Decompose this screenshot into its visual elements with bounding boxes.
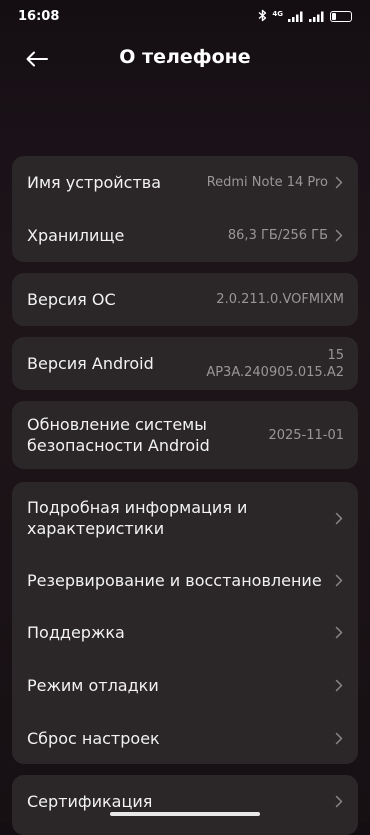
factory-reset-label: Сброс настроек (27, 728, 160, 748)
os-version-value: 2.0.211.0.VOFMIXM (216, 292, 344, 307)
os-version-row[interactable]: Версия ОС 2.0.211.0.VOFMIXM (12, 273, 358, 326)
certification-label: Сертификация (27, 791, 153, 811)
storage-row[interactable]: Хранилище 86,3 ГБ/256 ГБ (12, 209, 358, 262)
device-name-label: Имя устройства (27, 173, 162, 192)
debug-mode-row[interactable]: Режим отладки (12, 659, 358, 712)
security-update-label-line2: безопасности Android (27, 436, 210, 455)
android-build-number: AP3A.240905.015.A2 (206, 364, 344, 380)
chevron-right-icon (334, 679, 344, 693)
storage-value: 86,3 ГБ/256 ГБ (227, 228, 328, 243)
factory-reset-row[interactable]: Сброс настроек (12, 712, 358, 764)
os-version-label: Версия ОС (27, 290, 116, 309)
chevron-right-icon (334, 229, 344, 243)
os-version-card: Версия ОС 2.0.211.0.VOFMIXM (12, 273, 358, 326)
android-version-row[interactable]: Версия Android 15 AP3A.240905.015.A2 (12, 337, 358, 390)
chevron-right-icon (334, 626, 344, 640)
backup-label: Резервирование и восстановление (27, 570, 322, 590)
device-card: Имя устройства Redmi Note 14 Pro Хранили… (12, 156, 358, 262)
security-update-row[interactable]: Обновление системы безопасности Android … (12, 401, 358, 469)
header: О телефоне (0, 36, 370, 80)
details-row[interactable]: Подробная информация и характеристики (12, 482, 358, 554)
android-version-label: Версия Android (27, 354, 154, 373)
debug-mode-label: Режим отладки (27, 676, 159, 695)
security-update-value: 2025-11-01 (268, 427, 344, 443)
certification-card: Сертификация (12, 775, 358, 835)
device-name-row[interactable]: Имя устройства Redmi Note 14 Pro (12, 156, 358, 209)
chevron-right-icon (334, 511, 344, 525)
status-icons: 4G 22 (258, 9, 352, 23)
status-bar: 16:08 4G 22 (0, 0, 370, 34)
device-name-value: Redmi Note 14 Pro (206, 175, 328, 190)
security-update-label-line1: Обновление системы (27, 415, 207, 434)
menu-card: Подробная информация и характеристики Ре… (12, 482, 358, 764)
security-update-card: Обновление системы безопасности Android … (12, 401, 358, 469)
details-label-line2: характеристики (27, 519, 165, 538)
bluetooth-icon (258, 7, 267, 26)
home-indicator[interactable] (110, 812, 260, 816)
android-version-number: 15 (327, 347, 344, 363)
storage-label: Хранилище (27, 226, 125, 245)
android-version-card: Версия Android 15 AP3A.240905.015.A2 (12, 337, 358, 390)
chevron-right-icon (334, 731, 344, 745)
android-version-value: 15 AP3A.240905.015.A2 (206, 347, 344, 381)
certification-row[interactable]: Сертификация (12, 775, 358, 827)
chevron-right-icon (334, 573, 344, 587)
security-update-label: Обновление системы безопасности Android (27, 414, 210, 456)
page-title: О телефоне (119, 46, 251, 68)
chevron-right-icon (334, 794, 344, 808)
details-label-line1: Подробная информация и (27, 498, 248, 517)
battery-level: 22 (336, 12, 346, 20)
details-label: Подробная информация и характеристики (27, 497, 247, 539)
signal-icon (309, 7, 325, 26)
support-row[interactable]: Поддержка (12, 606, 358, 659)
support-label: Поддержка (27, 623, 125, 642)
status-time: 16:08 (18, 9, 60, 24)
network-type: 4G (272, 9, 283, 18)
chevron-right-icon (334, 176, 344, 190)
backup-row[interactable]: Резервирование и восстановление (12, 554, 358, 606)
signal-icon (288, 7, 304, 26)
battery-icon: 22 (330, 10, 352, 22)
